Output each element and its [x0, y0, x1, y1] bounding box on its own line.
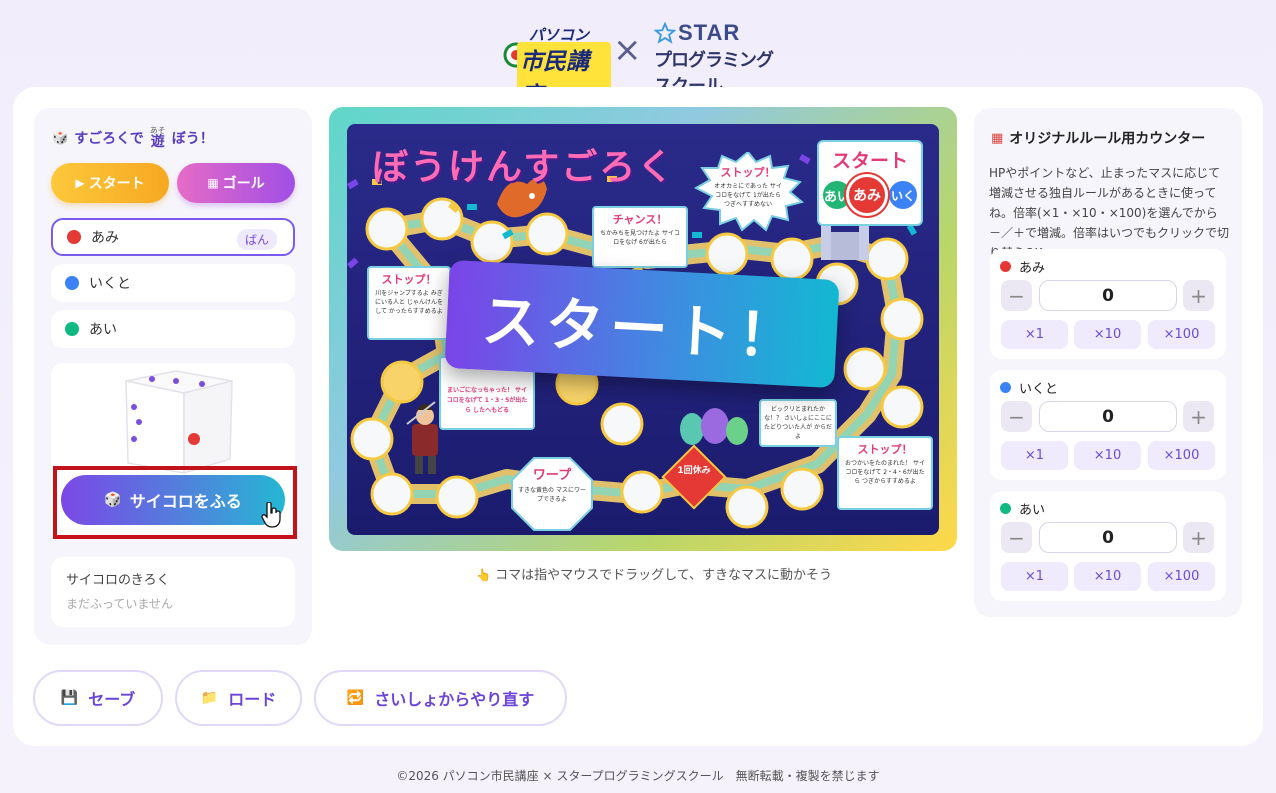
player-color-dot	[67, 230, 81, 244]
dice-icon: 🎲	[104, 492, 122, 508]
dice-history	[51, 557, 295, 627]
player-color-dot	[1000, 503, 1011, 514]
token-ikuto[interactable]: いく	[887, 179, 919, 211]
counter-value-field[interactable]: 0	[1039, 280, 1177, 311]
history-title: サイコロのきろく	[66, 573, 170, 588]
panel-title: 🎲 すごろくで あそ遊 ぼう！	[52, 126, 214, 150]
history-empty-text: まだふっていません	[66, 597, 174, 611]
footer: ©2026 パソコン市民講座 × スタープログラミングスクール 無断転載・複製を…	[396, 769, 880, 783]
increment-button[interactable]: +	[1183, 401, 1214, 432]
counter-description: HPやポイントなど、止まったマスに応じて増減させる独自ルールがあるときに使ってね…	[989, 166, 1230, 260]
token-ami[interactable]: あみ	[846, 174, 888, 216]
player-color-dot	[65, 322, 79, 336]
decrement-button[interactable]: −	[1001, 522, 1032, 553]
increment-button[interactable]: +	[1183, 522, 1214, 553]
folder-icon: 📁	[200, 690, 219, 706]
floppy-disk-icon: 💾	[60, 690, 79, 706]
save-button[interactable]: 💾 セーブ	[33, 670, 163, 726]
player-color-dot	[65, 276, 79, 290]
counter-value-field[interactable]: 0	[1039, 401, 1177, 432]
decrement-button[interactable]: −	[1001, 401, 1032, 432]
load-button[interactable]: 📁 ロード	[175, 670, 302, 726]
turn-badge: ばん	[236, 229, 277, 250]
multiplier-x100-button[interactable]: ×100	[1148, 562, 1215, 591]
pointing-hand-icon: 👆	[476, 568, 491, 582]
player-color-dot	[1000, 261, 1011, 272]
eggs-icon	[680, 408, 748, 445]
repeat-icon: 🔁	[346, 690, 365, 706]
multiplier-x10-button[interactable]: ×10	[1074, 562, 1141, 591]
header: パソコン 市民講座 × STAR プログラミングスクール	[0, 0, 1276, 110]
multiplier-x1-button[interactable]: ×1	[1001, 562, 1068, 591]
stop-card-river: ストップ！ 川をジャンプするよ みぎにいる人と じゃんけんをして かったらすすめ…	[367, 266, 451, 340]
flag-icon: ▶	[75, 176, 85, 190]
chance-card: チャンス！ ちかみちを見つけたよ サイコロをなげ 6が出たら	[592, 206, 688, 268]
player-item-ikuto[interactable]: いくと	[51, 264, 295, 302]
multiplier-x100-button[interactable]: ×100	[1148, 441, 1215, 470]
surprise-card: ビックリとまれたかな！？ さいしょにここに たどりついた人が からだよ	[759, 399, 837, 447]
player-item-ai[interactable]: あい	[51, 310, 295, 348]
multiplier-x10-button[interactable]: ×10	[1074, 441, 1141, 470]
increment-button[interactable]: +	[1183, 280, 1214, 311]
restart-button[interactable]: 🔁 さいしょからやり直す	[314, 670, 567, 726]
counter-name-ikuto: いくと	[1000, 378, 1058, 397]
counter-name-ai: あい	[1000, 499, 1045, 518]
warrior-icon	[406, 401, 438, 474]
player-color-dot	[1000, 382, 1011, 393]
counter-value-field[interactable]: 0	[1039, 522, 1177, 553]
board-title: ぼうけんすごろく	[372, 147, 676, 188]
rest-label: 1回休み	[677, 466, 711, 476]
star-programming-logo: STAR プログラミングスクール	[654, 20, 774, 96]
logo-star-top-text: STAR	[678, 20, 741, 45]
counter-name-ami: あみ	[1000, 257, 1045, 276]
dice-icon: 🎲	[52, 130, 69, 146]
multiplier-x10-button[interactable]: ×10	[1074, 320, 1141, 349]
pasocon-shimin-logo: パソコン 市民講座	[503, 22, 611, 110]
start-button[interactable]: ▶ スタート	[51, 163, 169, 203]
abacus-icon: ▦	[991, 130, 1004, 146]
multiplier-x100-button[interactable]: ×100	[1148, 320, 1215, 349]
board-hint: 👆 コマは指やマウスでドラッグして、すきなマスに動かそう	[476, 568, 833, 583]
decrement-button[interactable]: −	[1001, 280, 1032, 311]
multiplier-x1-button[interactable]: ×1	[1001, 320, 1068, 349]
logo-cross: ×	[613, 30, 642, 70]
stop-card-errand: ストップ！ おつかいをたのまれた！ サイコロをなげて 2・4・6が出たら つぎか…	[837, 436, 933, 510]
roll-dice-button[interactable]: 🎲 サイコロをふる	[61, 475, 285, 525]
goal-button[interactable]: ▦ ゴール	[177, 163, 295, 203]
player-item-ami[interactable]: あみ ばん	[51, 218, 295, 256]
counter-panel-title: ▦ オリジナルルール用カウンター	[991, 130, 1206, 148]
warp-card: ワープ すきな黄色の マスにワープできるよ	[510, 456, 594, 532]
start-banner: スタート！	[444, 259, 840, 389]
dice-image	[125, 370, 233, 475]
star-icon	[654, 22, 676, 44]
hand-cursor-icon	[261, 502, 281, 528]
checkered-flag-icon: ▦	[207, 176, 219, 190]
multiplier-x1-button[interactable]: ×1	[1001, 441, 1068, 470]
stop-card-wolf: ストップ！ オオカミにであった サイコロをなげて 1が出たら つぎへすすめない	[692, 152, 804, 232]
